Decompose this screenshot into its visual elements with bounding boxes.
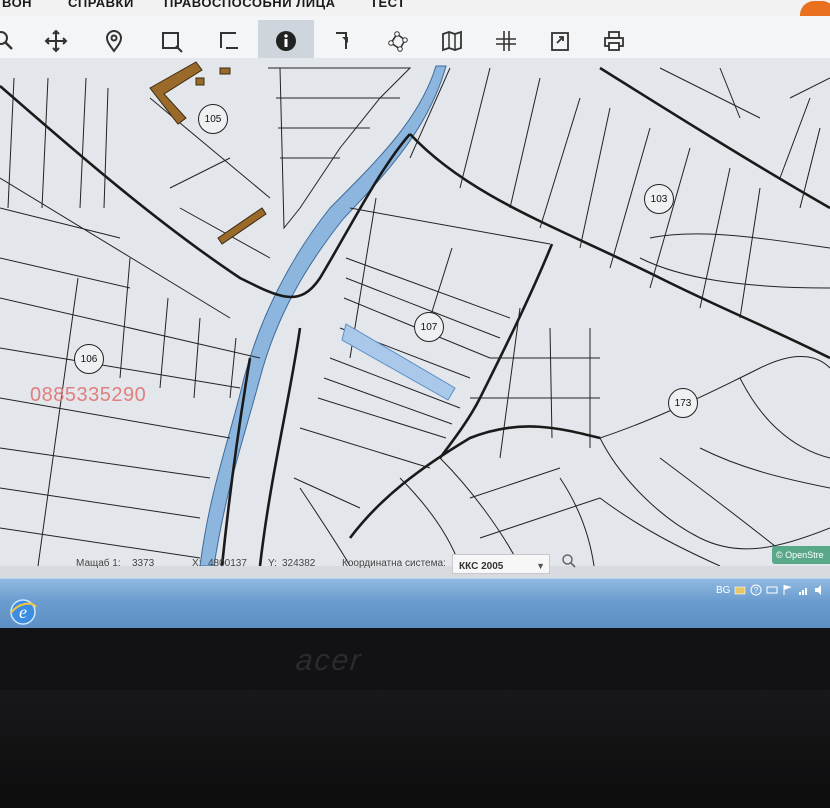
crs-select[interactable]: ККС 2005 ▼: [452, 554, 550, 574]
select-area-button[interactable]: [212, 23, 248, 59]
keyboard-icon[interactable]: [766, 584, 778, 596]
menu-item-professionals[interactable]: ПРАВОСПОСОБНИ ЛИЦА: [164, 0, 336, 10]
parcel-label-106[interactable]: 106: [74, 344, 104, 374]
search-tool-button[interactable]: [0, 23, 22, 59]
volume-icon[interactable]: [814, 584, 826, 596]
print-icon: [604, 31, 624, 51]
menu-bar: ВОН СПРАВКИ ПРАВОСПОСОБНИ ЛИЦА ТЕСТ: [0, 0, 830, 16]
menu-item-reports[interactable]: СПРАВКИ: [68, 0, 134, 10]
building-3: [219, 67, 231, 75]
road-river-east: [258, 327, 302, 566]
search-icon[interactable]: [560, 552, 578, 570]
search-icon: [0, 31, 13, 50]
building-1: [149, 61, 203, 125]
menu-item-1[interactable]: ВОН: [2, 0, 32, 10]
laptop-brand-logo: acer: [294, 644, 365, 677]
x-coordinate: 4800137: [208, 558, 247, 569]
status-bar: Мащаб 1: 3373 X: 4800137 Y: 324382 Коорд…: [60, 552, 620, 574]
info-icon: [276, 31, 296, 51]
measure-icon: [336, 32, 348, 49]
measure-tool-button[interactable]: [326, 23, 362, 59]
print-button[interactable]: [596, 23, 632, 59]
folder-icon[interactable]: [734, 584, 746, 596]
info-tool-button[interactable]: [258, 20, 314, 62]
draw-polygon-button[interactable]: [380, 23, 416, 59]
chevron-down-icon: ▼: [536, 561, 545, 571]
map-attribution[interactable]: © OpenStre: [772, 546, 830, 564]
internet-explorer-icon[interactable]: e: [8, 597, 38, 627]
y-label: Y:: [268, 558, 277, 569]
network-icon[interactable]: [798, 584, 810, 596]
menu-item-test[interactable]: ТЕСТ: [370, 0, 406, 10]
export-icon: [551, 32, 569, 51]
location-pin-icon: [105, 30, 123, 53]
crs-label: Координатна система:: [342, 558, 446, 569]
map-layers-button[interactable]: [434, 23, 470, 59]
system-tray: BG ?: [712, 579, 830, 603]
building-2: [195, 77, 205, 86]
parcel-label-105[interactable]: 105: [198, 104, 228, 134]
crs-value: ККС 2005: [459, 561, 504, 572]
parcel-label-103[interactable]: 103: [644, 184, 674, 214]
crosshair-icon: [496, 31, 516, 51]
action-center-flag-icon[interactable]: [782, 584, 794, 596]
y-coordinate: 324382: [282, 558, 316, 569]
parcel-label-107[interactable]: 107: [414, 312, 444, 342]
map-canvas: [0, 61, 830, 566]
crosshair-tool-button[interactable]: [488, 23, 524, 59]
scale-label: Мащаб 1:: [76, 558, 121, 569]
scale-value: 3373: [132, 558, 155, 569]
notification-button[interactable]: [800, 1, 830, 16]
select-polygon-icon: [220, 32, 238, 49]
help-icon[interactable]: ?: [750, 584, 762, 596]
export-button[interactable]: [542, 23, 578, 59]
windows-taskbar: e BG ?: [0, 578, 830, 628]
polygon-draw-icon: [388, 31, 408, 52]
location-tool-button[interactable]: [96, 23, 132, 59]
select-rectangle-button[interactable]: [154, 23, 190, 59]
svg-text:?: ?: [754, 586, 759, 595]
phone-watermark: 0885335290: [30, 384, 147, 406]
pan-tool-button[interactable]: [38, 23, 74, 59]
x-label: X:: [192, 558, 202, 569]
map-layers-icon: [442, 30, 462, 52]
browser-screen: ВОН СПРАВКИ ПРАВОСПОСОБНИ ЛИЦА ТЕСТ 105 …: [0, 0, 830, 628]
pan-icon: [44, 29, 68, 53]
parcel-label-173[interactable]: 173: [668, 388, 698, 418]
language-indicator[interactable]: BG: [716, 585, 730, 596]
cadastral-map[interactable]: 105 103 107 106 173: [0, 58, 830, 566]
laptop-keyboard-area: [0, 690, 830, 808]
select-rectangle-icon: [162, 32, 183, 53]
attribution-text: © OpenStre: [776, 550, 824, 560]
building-4: [217, 207, 267, 245]
road-east: [409, 133, 830, 360]
